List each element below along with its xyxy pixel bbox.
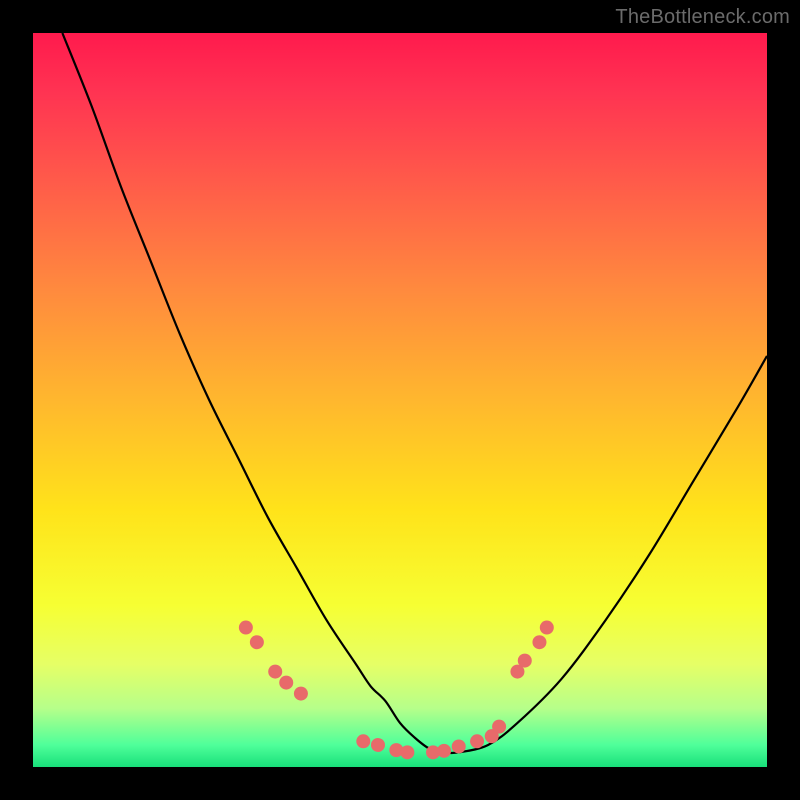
curve-marker	[452, 739, 466, 753]
bottleneck-curve	[62, 33, 767, 753]
plot-area	[33, 33, 767, 767]
curve-marker	[294, 687, 308, 701]
curve-marker	[250, 635, 264, 649]
curve-marker	[279, 676, 293, 690]
curve-marker	[532, 635, 546, 649]
curve-marker	[356, 734, 370, 748]
curve-marker	[492, 720, 506, 734]
curve-marker	[518, 654, 532, 668]
curve-marker	[540, 621, 554, 635]
watermark-text: TheBottleneck.com	[615, 6, 790, 29]
curve-marker	[470, 734, 484, 748]
curve-marker	[400, 745, 414, 759]
bottleneck-curve-svg	[33, 33, 767, 767]
curve-marker	[268, 665, 282, 679]
curve-marker	[239, 621, 253, 635]
curve-marker	[437, 744, 451, 758]
curve-marker	[371, 738, 385, 752]
curve-markers	[239, 621, 554, 760]
chart-frame: TheBottleneck.com	[0, 0, 800, 800]
